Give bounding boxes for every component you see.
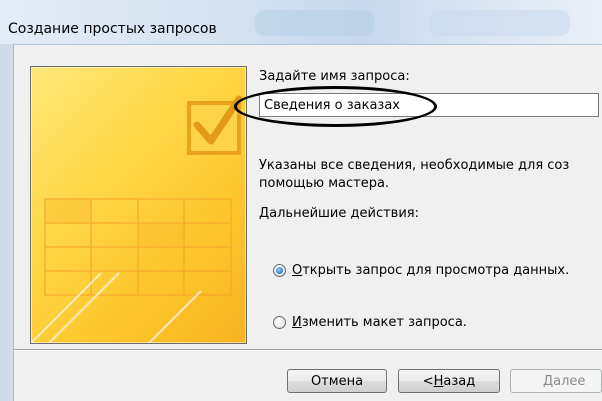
query-name-input[interactable]	[259, 93, 599, 117]
cancel-button[interactable]: Отмена	[287, 369, 387, 393]
window-frame-left	[0, 44, 14, 401]
info-text: Указаны все сведения, необходимые для со…	[259, 157, 602, 193]
dialog-client-area: Задайте имя запроса: Указаны все сведени…	[14, 45, 602, 401]
info-line-1: Указаны все сведения, необходимые для со…	[259, 158, 570, 173]
back-button-hotkey: Н	[433, 373, 444, 389]
back-button-prefix: <	[422, 373, 434, 389]
next-button[interactable]: Далее	[510, 369, 602, 393]
wizard-illustration-graphic	[31, 67, 246, 343]
radio-open-query-control[interactable]	[273, 264, 286, 277]
radio-open-query-label[interactable]: Открыть запрос для просмотра данных.	[292, 263, 569, 278]
dialog-window: Создание простых запросов Задайте имя за…	[0, 0, 602, 401]
next-actions-label: Дальнейшие действия:	[259, 206, 419, 221]
wizard-illustration	[30, 66, 247, 344]
radio-modify-design[interactable]: Изменить макет запроса.	[273, 315, 467, 330]
title-bar[interactable]: Создание простых запросов	[0, 0, 602, 45]
button-separator	[14, 349, 602, 351]
info-line-2: помощью мастера.	[259, 176, 390, 191]
radio-open-query[interactable]: Открыть запрос для просмотра данных.	[273, 263, 569, 278]
back-button-text: азад	[443, 373, 476, 389]
radio-modify-design-control[interactable]	[273, 316, 286, 329]
radio-open-query-text: ткрыть запрос для просмотра данных.	[302, 263, 570, 278]
back-button[interactable]: < Назад	[398, 369, 500, 393]
query-name-label: Задайте имя запроса:	[259, 69, 410, 84]
radio-modify-design-text: зменить макет запроса.	[301, 315, 467, 330]
radio-modify-design-label[interactable]: Изменить макет запроса.	[292, 315, 467, 330]
window-title: Создание простых запросов	[8, 21, 217, 37]
radio-modify-design-hotkey: И	[292, 315, 302, 330]
radio-open-query-hotkey: О	[292, 263, 303, 278]
